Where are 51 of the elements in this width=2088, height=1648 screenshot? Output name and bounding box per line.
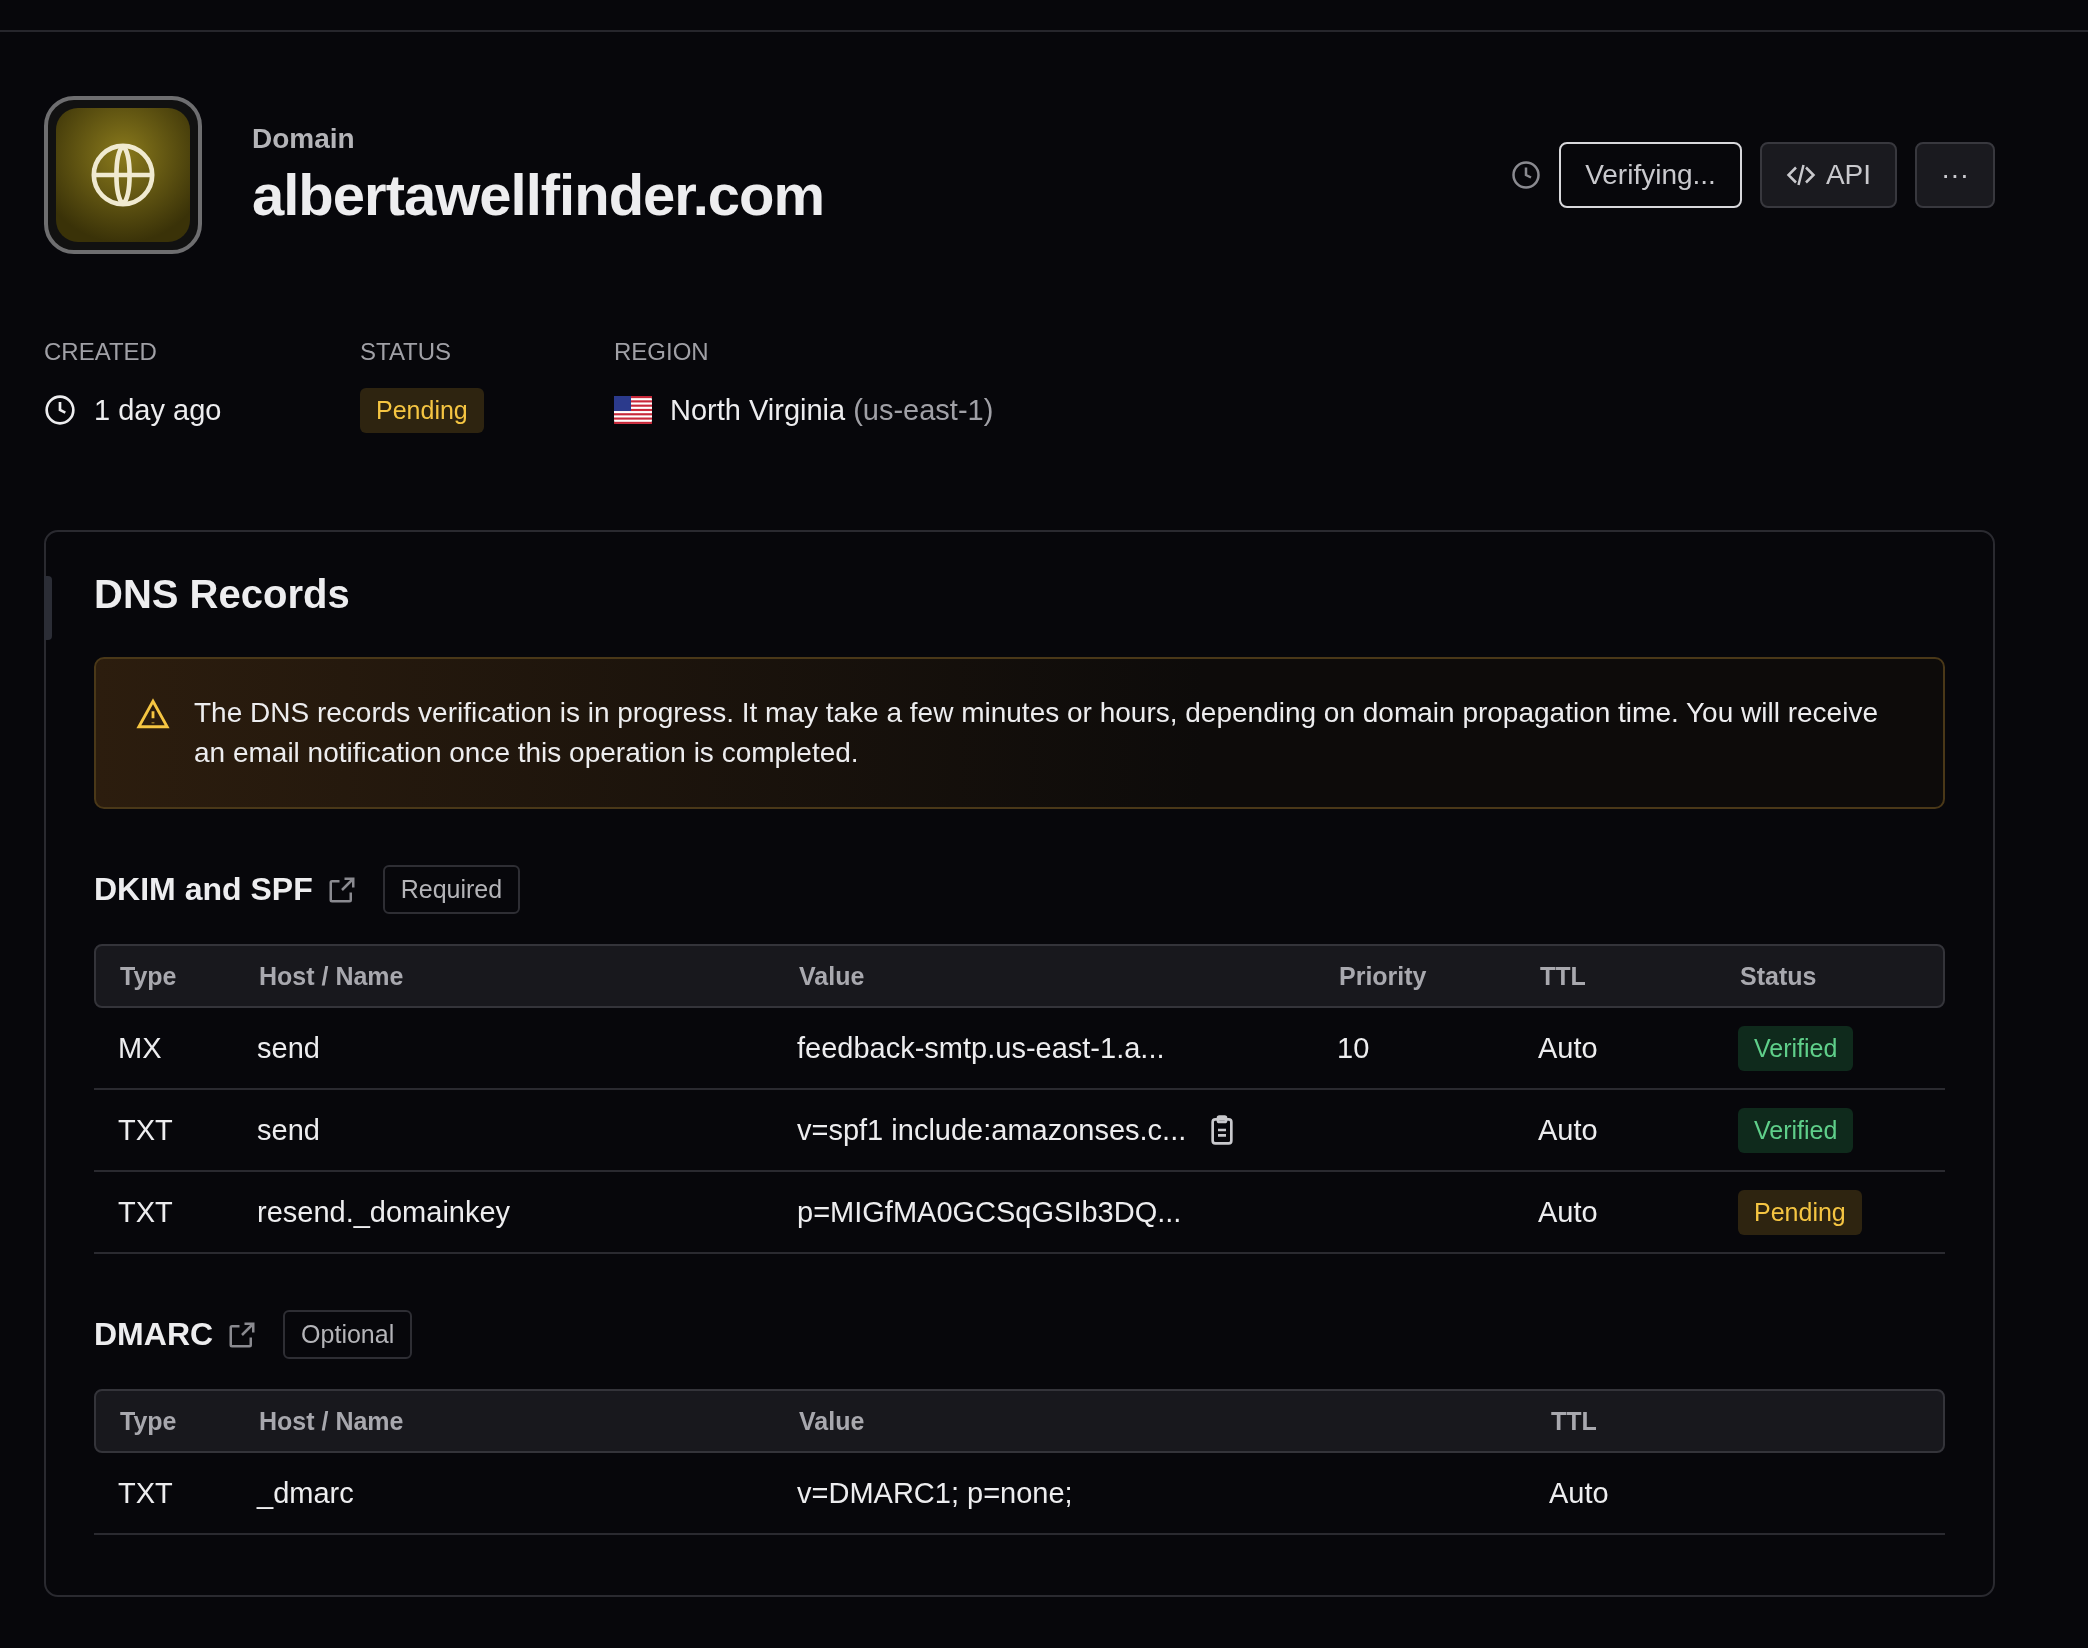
column-header: Value (799, 961, 866, 991)
column-header: Host / Name (259, 1406, 405, 1436)
table-cell-text: Auto (1549, 1476, 1610, 1510)
created-value: 1 day ago (94, 393, 222, 427)
status-badge: Pending (1738, 1189, 1862, 1235)
meta-label: REGION (614, 338, 710, 366)
card-title: DNS Records (94, 572, 351, 617)
region-value: North Virginia (us-east-1) (670, 393, 994, 427)
column-header: Value (799, 1406, 866, 1436)
table-cell-text: 10 (1337, 1031, 1371, 1065)
flag-icon (614, 396, 652, 424)
table-cell-text: TXT (118, 1476, 174, 1510)
table-cell: p=MIGfMA0GCSqGSIb3DQ... (797, 1195, 1182, 1229)
table-cell-text: TXT (118, 1195, 174, 1229)
table-cell-text: MX (118, 1031, 163, 1065)
table-cell-text: resend._domainkey (257, 1195, 512, 1229)
section-tag: Required (382, 865, 521, 914)
section-tag: Optional (283, 1310, 413, 1359)
status-badge: Verified (1738, 1107, 1854, 1153)
meta-label: STATUS (360, 338, 453, 366)
warning-icon (136, 697, 170, 731)
column-header: Host / Name (259, 961, 405, 991)
section-title: DMARC (94, 1316, 214, 1353)
column-header: Type (120, 1406, 178, 1436)
table-cell-text: Auto (1538, 1031, 1599, 1065)
domain-label: Domain (252, 122, 356, 155)
column-header: Type (120, 961, 178, 991)
status-badge: Pending (360, 387, 484, 433)
table-cell: feedback-smtp.us-east-1.a... (797, 1031, 1165, 1065)
table-cell-text: send (257, 1031, 321, 1065)
table-cell-text: Auto (1538, 1113, 1599, 1147)
table-cell-text: send (257, 1113, 321, 1147)
section-title: DKIM and SPF (94, 871, 313, 908)
alert-message: The DNS records verification is in progress. It may take a few minutes or hours, depending on domain propagation time. You will receive an email notification once this operation is completed. (194, 696, 1879, 770)
api-button[interactable]: API (1759, 142, 1897, 208)
column-header: TTL (1540, 961, 1587, 991)
meta-label: CREATED (44, 338, 158, 366)
more-button[interactable]: ··· (1915, 142, 1995, 208)
table-cell-text: _dmarc (257, 1476, 355, 1510)
column-header: Status (1740, 961, 1818, 991)
clock-icon (1511, 160, 1542, 190)
table-cell-text: Auto (1538, 1195, 1599, 1229)
domain-title: albertawellfinder.com (252, 160, 826, 228)
status-badge: Verified (1738, 1025, 1854, 1071)
table-cell: v=DMARC1; p=none; (797, 1476, 1073, 1510)
verifying-button[interactable]: Verifying... (1559, 142, 1742, 208)
column-header: TTL (1551, 1406, 1598, 1436)
clock-icon (44, 394, 76, 426)
column-header: Priority (1339, 961, 1428, 991)
table-cell-text: TXT (118, 1113, 174, 1147)
table-cell: v=spf1 include:amazonses.c... (797, 1113, 1187, 1147)
